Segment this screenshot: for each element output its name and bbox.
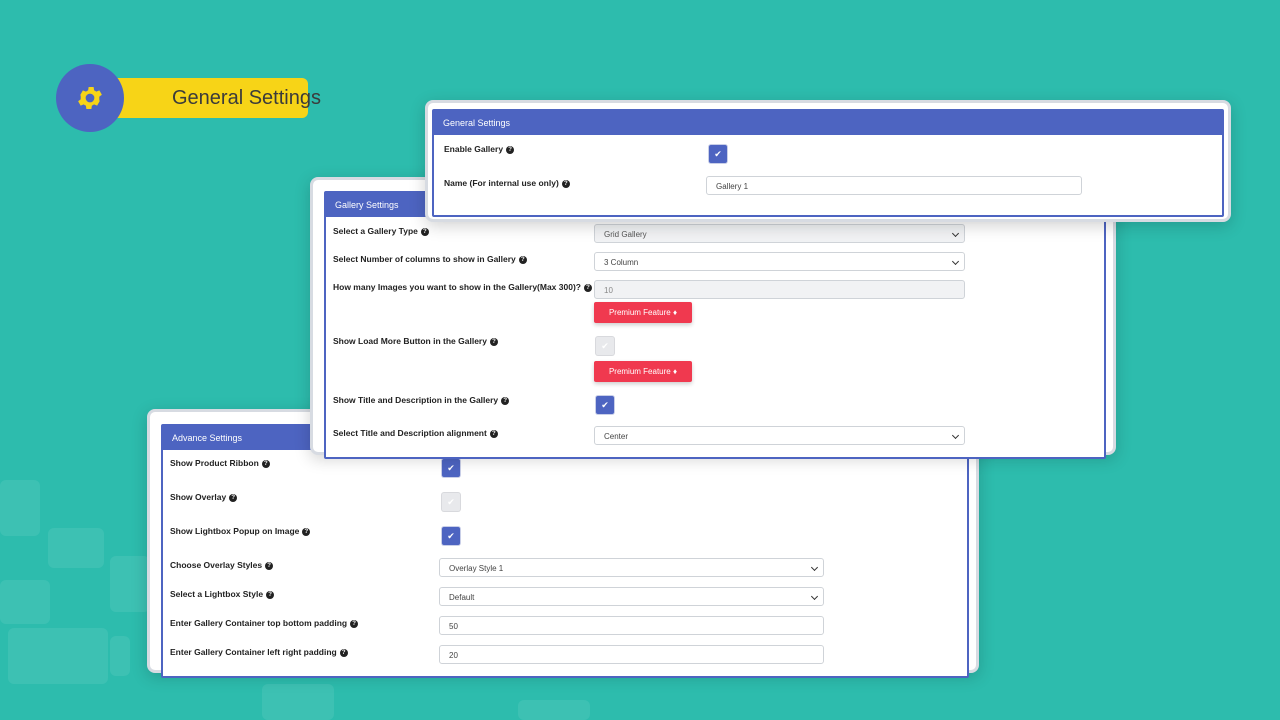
name-label: Name (For internal use only)? bbox=[444, 178, 570, 188]
gallery-type-label: Select a Gallery Type? bbox=[333, 226, 429, 236]
help-icon[interactable]: ? bbox=[506, 146, 515, 154]
overlay-style-label: Choose Overlay Styles? bbox=[170, 560, 274, 570]
title-desc-label: Show Title and Description in the Galler… bbox=[333, 395, 510, 405]
title-desc-checkbox[interactable]: ✔ bbox=[596, 396, 614, 414]
help-icon[interactable]: ? bbox=[583, 284, 592, 292]
name-label-text: Name (For internal use only) bbox=[444, 178, 559, 188]
lr-padding-label-text: Enter Gallery Container left right paddi… bbox=[170, 647, 337, 657]
tb-padding-label: Enter Gallery Container top bottom paddi… bbox=[170, 618, 359, 628]
overlay-style-label-text: Choose Overlay Styles bbox=[170, 560, 263, 570]
columns-label-text: Select Number of columns to show in Gall… bbox=[333, 254, 516, 264]
lightbox-style-label-text: Select a Lightbox Style bbox=[170, 589, 264, 599]
lightbox-popup-checkbox[interactable]: ✔ bbox=[442, 527, 460, 545]
general-settings-panel: General Settings bbox=[432, 109, 1224, 217]
overlay-style-select[interactable]: Overlay Style 1 bbox=[439, 558, 824, 577]
lightbox-popup-label: Show Lightbox Popup on Image? bbox=[170, 526, 311, 536]
alignment-label-text: Select Title and Description alignment bbox=[333, 428, 487, 438]
tb-padding-input[interactable]: 50 bbox=[439, 616, 824, 635]
lr-padding-input[interactable]: 20 bbox=[439, 645, 824, 664]
images-count-label-text: How many Images you want to show in the … bbox=[333, 282, 581, 292]
help-icon[interactable]: ? bbox=[261, 460, 270, 468]
help-icon[interactable]: ? bbox=[518, 256, 527, 264]
ribbon-label-text: Show Product Ribbon bbox=[170, 458, 259, 468]
premium-feature-text: Premium Feature bbox=[608, 308, 671, 317]
overlay-label-text: Show Overlay bbox=[170, 492, 227, 502]
lightbox-style-select[interactable]: Default bbox=[439, 587, 824, 606]
decor-square bbox=[0, 580, 50, 624]
help-icon[interactable]: ? bbox=[561, 180, 570, 188]
help-icon[interactable]: ? bbox=[489, 338, 498, 346]
decor-square bbox=[110, 556, 150, 612]
overlay-label: Show Overlay? bbox=[170, 492, 238, 502]
load-more-checkbox[interactable]: ✔ bbox=[596, 337, 614, 355]
premium-feature-text: Premium Feature bbox=[608, 367, 671, 376]
lightbox-popup-label-text: Show Lightbox Popup on Image bbox=[170, 526, 300, 536]
premium-feature-button[interactable]: Premium Feature ♦ bbox=[594, 361, 692, 382]
decor-square bbox=[0, 480, 40, 536]
ribbon-checkbox[interactable]: ✔ bbox=[442, 459, 460, 477]
enable-gallery-checkbox[interactable]: ✔ bbox=[709, 145, 727, 163]
general-settings-card: General Settings Enable Gallery? ✔ Name … bbox=[425, 100, 1231, 222]
alignment-label: Select Title and Description alignment? bbox=[333, 428, 498, 438]
advance-settings-panel: Advance Settings bbox=[161, 424, 969, 678]
gallery-type-label-text: Select a Gallery Type bbox=[333, 226, 418, 236]
load-more-label: Show Load More Button in the Gallery? bbox=[333, 336, 498, 346]
gallery-name-input[interactable]: Gallery 1 bbox=[706, 176, 1082, 195]
premium-feature-button[interactable]: Premium Feature ♦ bbox=[594, 302, 692, 323]
decor-square bbox=[518, 700, 590, 720]
ribbon-label: Show Product Ribbon? bbox=[170, 458, 270, 468]
decor-square bbox=[8, 628, 108, 684]
lightbox-style-label: Select a Lightbox Style? bbox=[170, 589, 275, 599]
help-icon[interactable]: ? bbox=[350, 620, 359, 628]
decor-square bbox=[110, 636, 130, 676]
decor-square bbox=[48, 528, 104, 568]
help-icon[interactable]: ? bbox=[302, 528, 311, 536]
alignment-select[interactable]: Center bbox=[594, 426, 965, 445]
help-icon[interactable]: ? bbox=[266, 591, 275, 599]
help-icon[interactable]: ? bbox=[229, 494, 238, 502]
help-icon[interactable]: ? bbox=[339, 649, 348, 657]
enable-gallery-label: Enable Gallery? bbox=[444, 144, 515, 154]
decor-square bbox=[262, 684, 334, 720]
title-desc-label-text: Show Title and Description in the Galler… bbox=[333, 395, 499, 405]
help-icon[interactable]: ? bbox=[265, 562, 274, 570]
columns-select[interactable]: 3 Column bbox=[594, 252, 965, 271]
diamond-icon: ♦ bbox=[672, 367, 678, 376]
diamond-icon: ♦ bbox=[672, 308, 678, 317]
images-count-label: How many Images you want to show in the … bbox=[333, 282, 592, 292]
page-title: General Settings bbox=[172, 87, 321, 109]
general-settings-title: General Settings bbox=[434, 111, 1222, 135]
images-count-input[interactable]: 10 bbox=[594, 280, 965, 299]
header-title-pill: General Settings bbox=[96, 78, 321, 118]
enable-gallery-label-text: Enable Gallery bbox=[444, 144, 504, 154]
lr-padding-label: Enter Gallery Container left right paddi… bbox=[170, 647, 348, 657]
help-icon[interactable]: ? bbox=[420, 228, 429, 236]
overlay-checkbox[interactable]: ✔ bbox=[442, 493, 460, 511]
load-more-label-text: Show Load More Button in the Gallery bbox=[333, 336, 487, 346]
columns-label: Select Number of columns to show in Gall… bbox=[333, 254, 527, 264]
tb-padding-label-text: Enter Gallery Container top bottom paddi… bbox=[170, 618, 348, 628]
gallery-type-select[interactable]: Grid Gallery bbox=[594, 224, 965, 243]
gear-icon bbox=[56, 64, 124, 132]
help-icon[interactable]: ? bbox=[489, 430, 498, 438]
help-icon[interactable]: ? bbox=[501, 397, 510, 405]
